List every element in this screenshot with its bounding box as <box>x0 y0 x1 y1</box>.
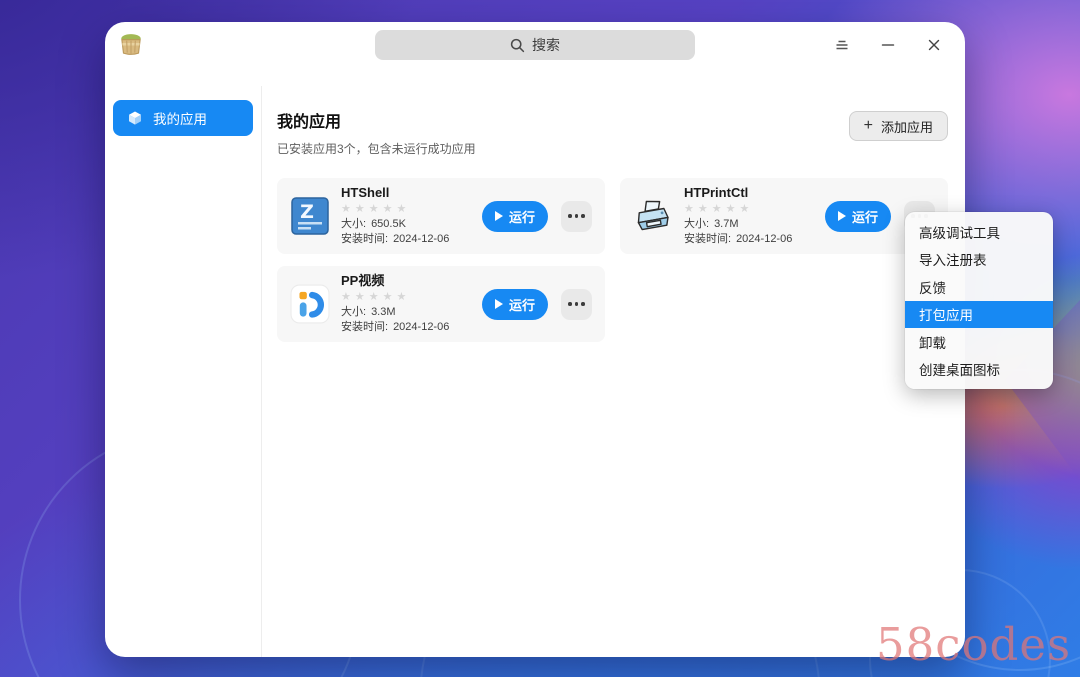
run-button[interactable]: 运行 <box>482 288 548 320</box>
menu-item-package-app[interactable]: 打包应用 <box>905 300 1053 328</box>
plus-icon: + <box>863 117 873 134</box>
ellipsis-icon <box>568 214 585 218</box>
page-subtitle: 已安装应用3个，包含未运行成功应用 <box>277 142 476 156</box>
hamburger-menu-icon <box>834 37 850 53</box>
titlebar: 搜索 <box>105 22 965 86</box>
run-button-label: 运行 <box>851 209 878 225</box>
time-value: 2024-12-06 <box>393 320 450 333</box>
size-value: 650.5K <box>371 217 406 230</box>
size-label: 大小: <box>341 217 367 230</box>
more-button[interactable] <box>561 200 592 232</box>
app-install-time-row: 安装时间: 2024-12-06 <box>341 320 450 333</box>
app-info: HTShell ★★★★★ 大小: 650.5K 安装时间: 2024-12-0… <box>341 184 450 245</box>
menu-item-uninstall[interactable]: 卸载 <box>905 328 1053 356</box>
close-icon <box>927 38 941 52</box>
sidebar-item-label: 我的应用 <box>153 112 207 127</box>
rating-stars: ★★★★★ <box>341 202 411 215</box>
sidebar-item-my-apps[interactable]: 我的应用 <box>113 100 253 136</box>
search-placeholder: 搜索 <box>532 37 560 53</box>
app-size-row: 大小: 3.3M <box>341 305 449 318</box>
window-controls <box>825 30 951 60</box>
search-icon <box>510 38 525 53</box>
app-size-row: 大小: 3.7M <box>684 217 792 230</box>
run-button-label: 运行 <box>508 209 535 225</box>
menu-item-create-desktop-icon[interactable]: 创建桌面图标 <box>905 356 1053 384</box>
window-body: 我的应用 我的应用 已安装应用3个，包含未运行成功应用 + 添加应用 Z HTS… <box>105 86 965 657</box>
time-label: 安装时间: <box>341 232 389 245</box>
play-icon <box>494 299 503 309</box>
menu-item-advanced-debug-tools[interactable]: 高级调试工具 <box>905 218 1053 246</box>
play-icon <box>837 211 846 221</box>
close-button[interactable] <box>917 30 951 60</box>
app-info: PP视频 ★★★★★ 大小: 3.3M 安装时间: 2024-12-06 <box>341 272 450 333</box>
app-name: HTPrintCtl <box>684 184 749 200</box>
size-label: 大小: <box>341 305 367 318</box>
rating-stars: ★★★★★ <box>684 202 754 215</box>
main-header: 我的应用 已安装应用3个，包含未运行成功应用 + 添加应用 <box>277 108 948 157</box>
app-install-time-row: 安装时间: 2024-12-06 <box>684 232 793 245</box>
add-app-button-label: 添加应用 <box>880 119 933 135</box>
app-name: HTShell <box>341 184 390 200</box>
app-manager-window: 搜索 我的应用 我的应用 已安装应用3个，包含未运行成功应用 + 添加应用 Z … <box>105 22 965 657</box>
ppvideo-app-icon <box>290 284 330 324</box>
menu-item-import-registry[interactable]: 导入注册表 <box>905 246 1053 274</box>
svg-text:Z: Z <box>300 201 314 223</box>
app-card-htshell: Z HTShell ★★★★★ 大小: 650.5K 安装时间: 2024-12… <box>277 178 605 254</box>
app-card-list: Z HTShell ★★★★★ 大小: 650.5K 安装时间: 2024-12… <box>277 178 948 342</box>
time-value: 2024-12-06 <box>393 232 450 245</box>
sidebar: 我的应用 <box>105 86 262 657</box>
printer-app-icon <box>633 196 673 236</box>
ellipsis-icon <box>568 302 585 306</box>
rating-stars: ★★★★★ <box>341 290 411 303</box>
more-button[interactable] <box>561 288 592 320</box>
size-value: 3.7M <box>714 217 739 230</box>
context-menu: 高级调试工具 导入注册表 反馈 打包应用 卸载 创建桌面图标 <box>905 212 1053 389</box>
app-card-ppvideo: PP视频 ★★★★★ 大小: 3.3M 安装时间: 2024-12-06 运行 <box>277 266 605 342</box>
size-label: 大小: <box>684 217 710 230</box>
minimize-button[interactable] <box>871 30 905 60</box>
play-icon <box>494 211 503 221</box>
window-menu-button[interactable] <box>825 30 859 60</box>
menu-item-feedback[interactable]: 反馈 <box>905 273 1053 301</box>
app-info: HTPrintCtl ★★★★★ 大小: 3.7M 安装时间: 2024-12-… <box>684 184 793 245</box>
main-content: 我的应用 已安装应用3个，包含未运行成功应用 + 添加应用 Z HTShell … <box>262 86 965 657</box>
app-card-htprintctl: HTPrintCtl ★★★★★ 大小: 3.7M 安装时间: 2024-12-… <box>620 178 948 254</box>
app-basket-icon <box>117 30 145 58</box>
htshell-app-icon: Z <box>290 196 330 236</box>
app-install-time-row: 安装时间: 2024-12-06 <box>341 232 450 245</box>
run-button[interactable]: 运行 <box>482 200 548 232</box>
page-title: 我的应用 <box>277 114 342 131</box>
time-value: 2024-12-06 <box>736 232 793 245</box>
add-app-button[interactable]: + 添加应用 <box>848 111 948 141</box>
size-value: 3.3M <box>371 305 396 318</box>
time-label: 安装时间: <box>341 320 389 333</box>
card-actions: 运行 <box>482 200 592 232</box>
app-name: PP视频 <box>341 272 385 288</box>
minimize-icon <box>881 38 895 52</box>
search-input[interactable]: 搜索 <box>375 30 695 60</box>
cube-icon <box>127 110 143 126</box>
time-label: 安装时间: <box>684 232 732 245</box>
app-size-row: 大小: 650.5K <box>341 217 449 230</box>
run-button-label: 运行 <box>508 297 535 313</box>
card-actions: 运行 <box>482 288 592 320</box>
run-button[interactable]: 运行 <box>825 200 891 232</box>
